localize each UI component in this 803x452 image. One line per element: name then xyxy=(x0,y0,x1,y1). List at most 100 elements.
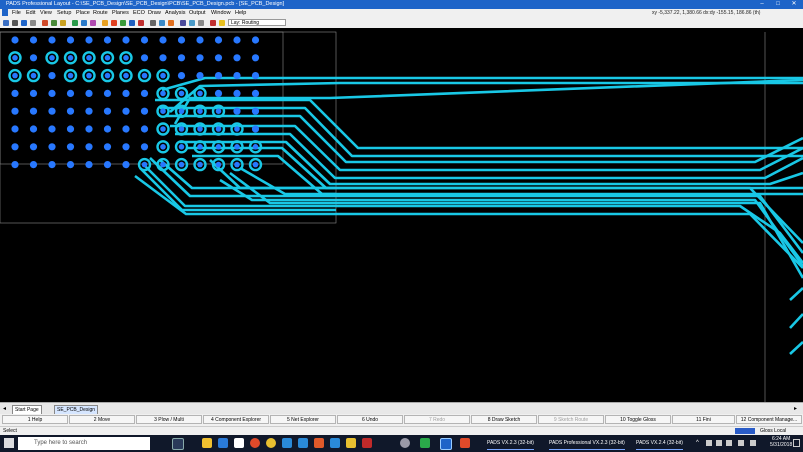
pads-layout-icon[interactable] xyxy=(440,438,452,450)
properties-icon[interactable] xyxy=(168,20,174,26)
pad-61[interactable] xyxy=(103,107,112,115)
firefox-icon[interactable] xyxy=(250,438,260,448)
pad-57[interactable] xyxy=(29,107,38,115)
pad-7[interactable] xyxy=(140,36,149,44)
chrome-icon[interactable] xyxy=(266,438,276,448)
pad-22[interactable] xyxy=(159,54,167,62)
menu-route[interactable]: Route xyxy=(93,10,108,16)
redo-icon[interactable] xyxy=(30,20,36,26)
keyboard-icon[interactable] xyxy=(750,440,756,446)
ie-icon[interactable] xyxy=(298,438,308,448)
gloss-mode[interactable]: Gloss Local xyxy=(760,428,786,434)
pad-4[interactable] xyxy=(85,36,93,44)
layer-icon[interactable] xyxy=(219,20,225,26)
display-icon[interactable] xyxy=(150,20,156,26)
pad-15[interactable] xyxy=(29,54,38,62)
edge-icon[interactable] xyxy=(282,438,292,448)
pad-3[interactable] xyxy=(66,36,75,44)
settings-icon[interactable] xyxy=(400,438,410,448)
pad-90[interactable] xyxy=(122,143,130,151)
pad-85[interactable] xyxy=(29,143,38,151)
pad-71[interactable] xyxy=(29,125,38,133)
pad-27[interactable] xyxy=(251,54,260,62)
pad-89[interactable] xyxy=(103,143,112,151)
undo-icon[interactable] xyxy=(21,20,27,26)
pad-75[interactable] xyxy=(103,125,112,133)
pad-48[interactable] xyxy=(122,89,130,97)
fkey-component-manager[interactable]: 12 Component Manage... xyxy=(736,415,802,424)
pad-91[interactable] xyxy=(140,143,149,151)
pcb-canvas[interactable] xyxy=(0,28,803,402)
fkey-component-explorer[interactable]: 4 Component Explorer xyxy=(203,415,269,424)
pad-60[interactable] xyxy=(85,107,93,115)
menu-draw[interactable]: Draw xyxy=(148,10,161,16)
pad-74[interactable] xyxy=(85,125,93,133)
menu-setup[interactable]: Setup xyxy=(57,10,71,16)
pad-43[interactable] xyxy=(29,89,38,97)
plow-icon[interactable] xyxy=(102,20,108,26)
wifi-icon[interactable] xyxy=(716,440,722,446)
save-icon[interactable] xyxy=(3,20,9,26)
pad-98[interactable] xyxy=(11,161,19,169)
pad-68[interactable] xyxy=(233,107,241,115)
pad-21[interactable] xyxy=(140,54,149,62)
menu-window[interactable]: Window xyxy=(211,10,231,16)
minimize-button[interactable]: – xyxy=(755,0,769,9)
pad-100[interactable] xyxy=(48,161,56,169)
pad-23[interactable] xyxy=(177,54,186,62)
acrobat-icon[interactable] xyxy=(362,438,372,448)
battery-icon[interactable] xyxy=(738,440,744,446)
folder-icon[interactable] xyxy=(346,438,356,448)
pad-69[interactable] xyxy=(251,107,260,115)
scroll-left-icon[interactable]: ◂ xyxy=(3,405,6,412)
pad-0[interactable] xyxy=(11,36,19,44)
pad-44[interactable] xyxy=(48,89,56,97)
menu-eco[interactable]: ECO xyxy=(133,10,145,16)
vias[interactable] xyxy=(8,51,263,172)
pad-42[interactable] xyxy=(11,89,19,97)
fkey-undo[interactable]: 6 Undo xyxy=(337,415,403,424)
pad-9[interactable] xyxy=(177,36,186,44)
layers-icon[interactable] xyxy=(159,20,165,26)
pad-56[interactable] xyxy=(11,107,19,115)
taskbar-search[interactable]: Type here to search xyxy=(18,437,150,450)
pad-58[interactable] xyxy=(48,107,56,115)
tray-chevron-icon[interactable]: ^ xyxy=(696,440,699,446)
pad-2[interactable] xyxy=(48,36,56,44)
fkey-net-explorer[interactable]: 5 Net Explorer xyxy=(270,415,336,424)
edge-trace-4[interactable] xyxy=(789,341,803,355)
edge-trace-2[interactable] xyxy=(789,313,803,329)
pad-73[interactable] xyxy=(66,125,75,133)
pad-1[interactable] xyxy=(29,36,38,44)
pad-6[interactable] xyxy=(122,36,130,44)
pad-5[interactable] xyxy=(103,36,112,44)
pad-63[interactable] xyxy=(140,107,149,115)
notifications-icon[interactable] xyxy=(793,439,800,447)
app-icon[interactable] xyxy=(2,9,8,16)
measure-icon[interactable] xyxy=(189,20,195,26)
task-pads-professional[interactable]: PADS Professional VX.2.3 (32-bit) xyxy=(549,438,625,450)
fkey-sketch-route[interactable]: 9 Sketch Route xyxy=(538,415,604,424)
pad-99[interactable] xyxy=(29,161,38,169)
pad-39[interactable] xyxy=(214,72,223,80)
file-explorer-icon[interactable] xyxy=(202,438,212,448)
gloss-icon[interactable] xyxy=(120,20,126,26)
pads-logic-icon[interactable] xyxy=(460,438,470,448)
zoom-in-icon[interactable] xyxy=(72,20,78,26)
windows-start-icon[interactable] xyxy=(4,438,14,448)
fkey-draw-sketch[interactable]: 8 Draw Sketch xyxy=(471,415,537,424)
word-icon[interactable] xyxy=(330,438,340,448)
fit-icon[interactable] xyxy=(90,20,96,26)
zoom-out-icon[interactable] xyxy=(81,20,87,26)
menu-view[interactable]: View xyxy=(40,10,52,16)
fkey-redo[interactable]: 7 Redo xyxy=(404,415,470,424)
fkey-toggle-gloss[interactable]: 10 Toggle Gloss xyxy=(605,415,671,424)
pad-101[interactable] xyxy=(66,161,75,169)
clock[interactable]: 6:24 AM 5/31/2018 xyxy=(770,436,792,448)
sketch-icon[interactable] xyxy=(111,20,117,26)
pad-25[interactable] xyxy=(214,54,223,62)
task-view-icon[interactable] xyxy=(172,438,184,450)
pad-38[interactable] xyxy=(196,72,204,80)
layer-select[interactable]: Lay: Routing xyxy=(228,19,286,26)
pad-13[interactable] xyxy=(251,36,260,44)
